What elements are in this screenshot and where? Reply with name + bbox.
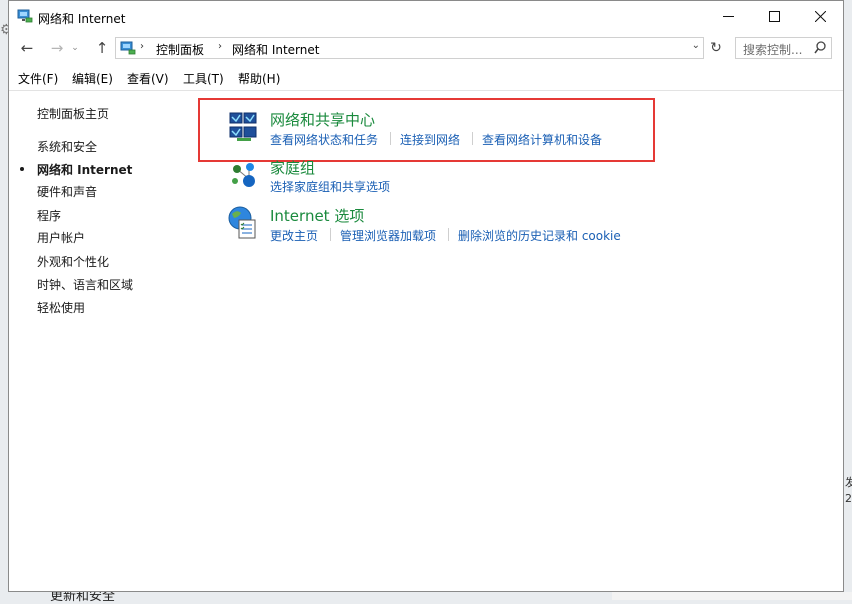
menu-edit[interactable]: 编辑(E)	[72, 70, 113, 87]
search-input[interactable]: 搜索控制...	[735, 37, 832, 59]
search-placeholder: 搜索控制...	[743, 43, 803, 57]
nav-system-security[interactable]: 系统和安全	[37, 138, 97, 155]
menu-help[interactable]: 帮助(H)	[238, 70, 280, 87]
control-panel-window: 网络和 Internet ← → ⌄ ↑ › 控制面板 › 网络和 Intern…	[8, 0, 844, 592]
link-change-homepage[interactable]: 更改主页	[270, 227, 318, 244]
link-manage-addons[interactable]: 管理浏览器加载项	[340, 227, 436, 244]
breadcrumb-separator-icon[interactable]: ›	[218, 41, 222, 52]
search-icon	[814, 41, 826, 54]
active-nav-bullet	[20, 167, 24, 171]
nav-clock-language-region[interactable]: 时钟、语言和区域	[37, 276, 133, 293]
minimize-icon	[722, 16, 734, 17]
refresh-button[interactable]: ↻	[706, 37, 726, 59]
background-fragment-text: 发	[845, 476, 852, 489]
refresh-icon: ↻	[710, 40, 722, 56]
menu-divider	[9, 90, 843, 91]
network-folder-icon	[17, 9, 33, 23]
nav-appearance[interactable]: 外观和个性化	[37, 253, 109, 270]
address-dropdown-icon[interactable]: ⌄	[692, 40, 700, 51]
breadcrumb-network-internet[interactable]: 网络和 Internet	[232, 41, 319, 58]
control-panel-icon	[120, 41, 136, 55]
link-separator	[330, 228, 331, 241]
maximize-button[interactable]	[751, 1, 797, 32]
link-homegroup-options[interactable]: 选择家庭组和共享选项	[270, 178, 390, 195]
arrow-left-icon: ←	[20, 39, 34, 57]
breadcrumb-control-panel[interactable]: 控制面板	[156, 41, 204, 58]
chevron-down-icon: ⌄	[71, 43, 79, 53]
menu-view[interactable]: 查看(V)	[127, 70, 169, 87]
address-row: ← → ⌄ ↑ › 控制面板 › 网络和 Internet ⌄ ↻ 搜索控制..…	[9, 32, 843, 64]
nav-hardware-sound[interactable]: 硬件和声音	[37, 183, 97, 200]
category-title-internet-options[interactable]: Internet 选项	[270, 205, 364, 226]
minimize-button[interactable]	[705, 1, 751, 32]
background-panel	[612, 592, 852, 600]
up-button[interactable]: ↑	[92, 38, 112, 58]
link-delete-history[interactable]: 删除浏览的历史记录和 cookie	[458, 227, 621, 244]
breadcrumb-separator-icon[interactable]: ›	[140, 41, 144, 52]
nav-control-panel-home[interactable]: 控制面板主页	[37, 105, 109, 122]
link-separator	[448, 228, 449, 241]
menu-bar: 文件(F) 编辑(E) 查看(V) 工具(T) 帮助(H)	[9, 67, 843, 89]
menu-tools[interactable]: 工具(T)	[183, 70, 224, 87]
nav-programs[interactable]: 程序	[37, 207, 61, 224]
arrow-right-icon: →	[50, 39, 64, 57]
arrow-up-icon: ↑	[95, 39, 109, 57]
nav-ease-of-access[interactable]: 轻松使用	[37, 299, 85, 316]
highlight-box	[198, 98, 655, 162]
recent-locations-button[interactable]: ⌄	[69, 38, 81, 58]
nav-network-internet[interactable]: 网络和 Internet	[37, 161, 132, 178]
menu-file[interactable]: 文件(F)	[18, 70, 58, 87]
close-button[interactable]	[797, 1, 843, 32]
nav-user-accounts[interactable]: 用户帐户	[37, 229, 85, 246]
title-bar[interactable]: 网络和 Internet	[9, 1, 843, 32]
forward-button[interactable]: →	[47, 38, 67, 58]
address-bar[interactable]: › 控制面板 › 网络和 Internet ⌄	[115, 37, 704, 59]
internet-options-icon	[228, 206, 256, 239]
close-icon	[814, 11, 826, 22]
window-title: 网络和 Internet	[38, 12, 126, 26]
background-fragment-text: 2.	[845, 492, 852, 505]
maximize-icon	[768, 11, 780, 22]
homegroup-icon	[232, 163, 255, 187]
back-button[interactable]: ←	[17, 38, 37, 58]
category-title-homegroup[interactable]: 家庭组	[270, 157, 315, 178]
